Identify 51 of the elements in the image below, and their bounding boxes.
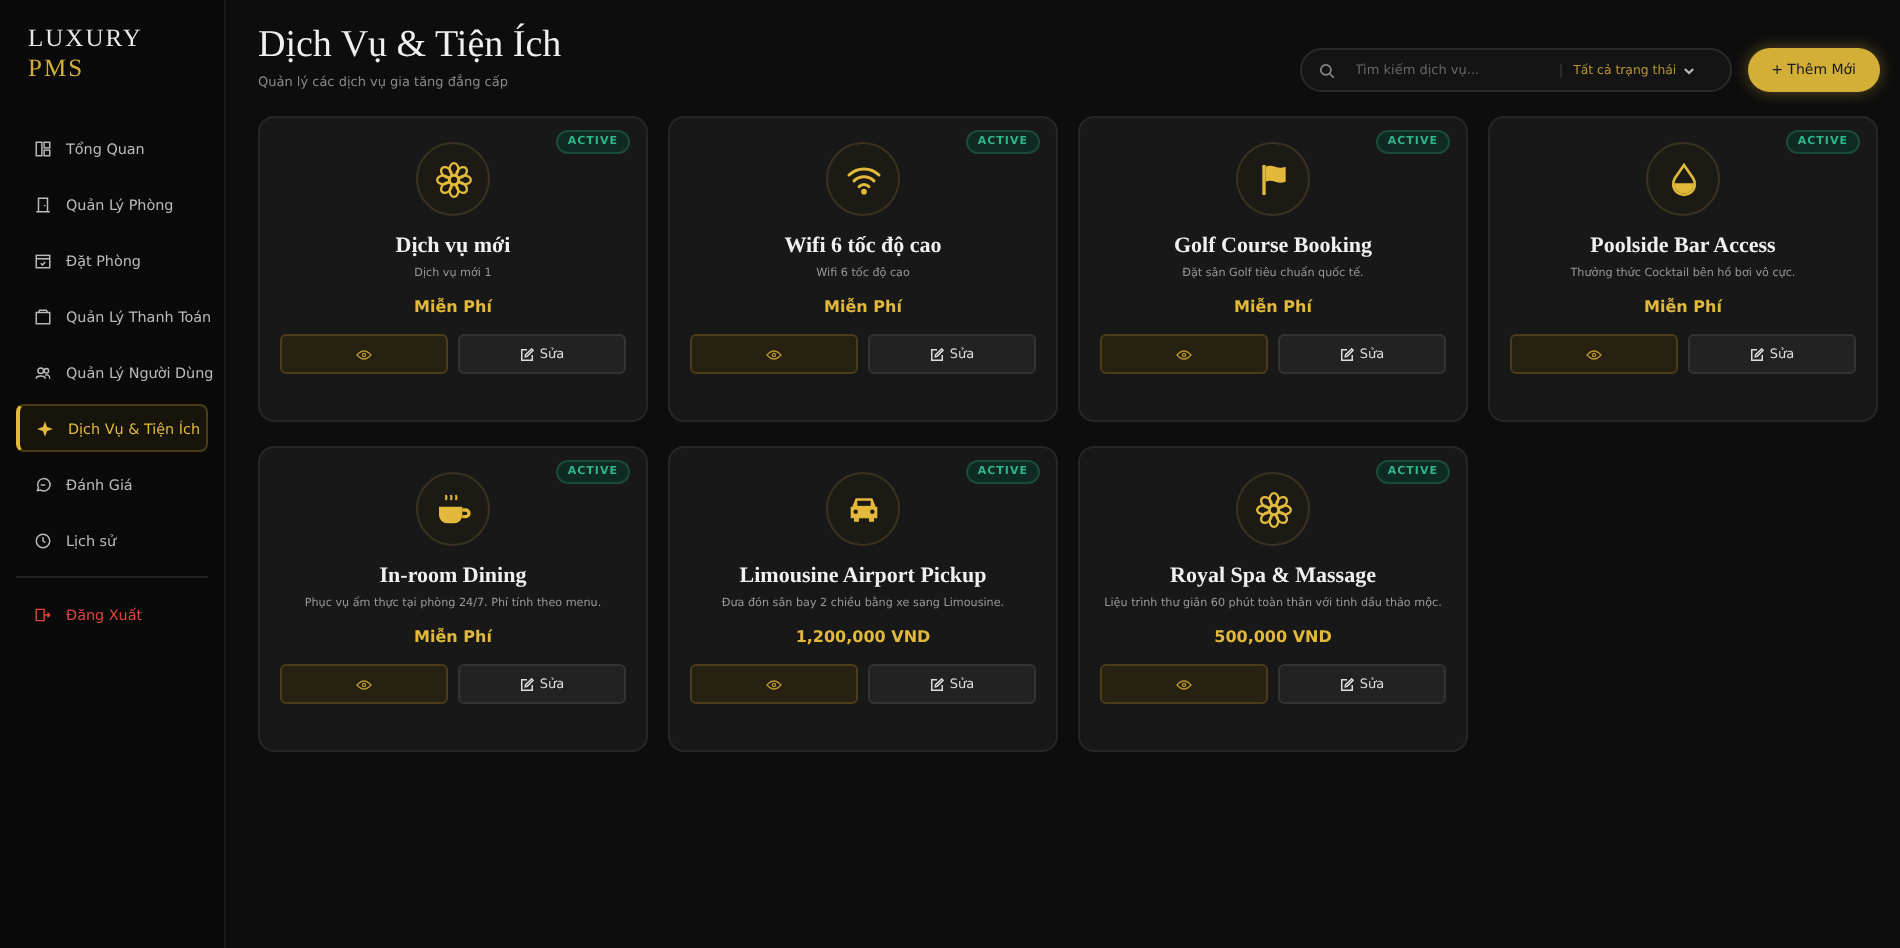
calendar-icon bbox=[34, 251, 52, 269]
service-price: Miễn Phí bbox=[824, 298, 902, 316]
view-button[interactable] bbox=[1100, 664, 1268, 704]
eye-icon bbox=[356, 349, 372, 359]
brand-logo: LUXURY PMS bbox=[26, 24, 144, 86]
service-name: Golf Course Booking bbox=[1173, 234, 1372, 258]
service-price: 1,200,000 VND bbox=[795, 628, 931, 646]
service-name: Wifi 6 tốc độ cao bbox=[784, 234, 942, 258]
dashboard-icon bbox=[34, 139, 52, 157]
edit-icon bbox=[1339, 677, 1354, 691]
users-icon bbox=[34, 363, 52, 381]
service-name: In-room Dining bbox=[379, 564, 527, 588]
search-icon bbox=[1317, 61, 1336, 79]
service-name: Royal Spa & Massage bbox=[1170, 564, 1376, 588]
edit-icon bbox=[929, 347, 944, 361]
chat-icon bbox=[34, 475, 52, 493]
page-title: Dịch Vụ & Tiện Ích bbox=[258, 24, 562, 68]
eye-icon bbox=[766, 349, 782, 359]
view-button[interactable] bbox=[690, 664, 858, 704]
service-name: Limousine Airport Pickup bbox=[739, 564, 987, 588]
service-price: Miễn Phí bbox=[1644, 298, 1722, 316]
chevron-down-icon bbox=[1682, 63, 1697, 77]
service-price: Miễn Phí bbox=[414, 628, 492, 646]
edit-icon bbox=[1749, 347, 1764, 361]
coffee-cup-icon bbox=[433, 489, 473, 529]
sparkle-icon bbox=[36, 419, 54, 437]
eye-icon bbox=[356, 679, 372, 689]
eye-icon bbox=[1176, 679, 1192, 689]
edit-icon bbox=[1339, 347, 1354, 361]
edit-icon bbox=[519, 347, 534, 361]
eye-icon bbox=[1176, 349, 1192, 359]
wallet-icon bbox=[34, 307, 52, 325]
door-icon bbox=[34, 195, 52, 213]
view-button[interactable] bbox=[280, 334, 448, 374]
view-button[interactable] bbox=[280, 664, 448, 704]
flower-icon bbox=[433, 159, 473, 199]
view-button[interactable] bbox=[1510, 334, 1678, 374]
service-price: 500,000 VND bbox=[1214, 628, 1332, 646]
service-price: Miễn Phí bbox=[1234, 298, 1312, 316]
edit-icon bbox=[519, 677, 534, 691]
service-name: Poolside Bar Access bbox=[1590, 234, 1776, 258]
view-button[interactable] bbox=[1100, 334, 1268, 374]
view-button[interactable] bbox=[690, 334, 858, 374]
service-name: Dịch vụ mới bbox=[395, 234, 511, 258]
flower-icon bbox=[1253, 489, 1293, 529]
service-price: Miễn Phí bbox=[414, 298, 492, 316]
eye-icon bbox=[1586, 349, 1602, 359]
logout-icon bbox=[34, 605, 52, 623]
edit-icon bbox=[929, 677, 944, 691]
clock-icon bbox=[34, 531, 52, 549]
eye-icon bbox=[766, 679, 782, 689]
